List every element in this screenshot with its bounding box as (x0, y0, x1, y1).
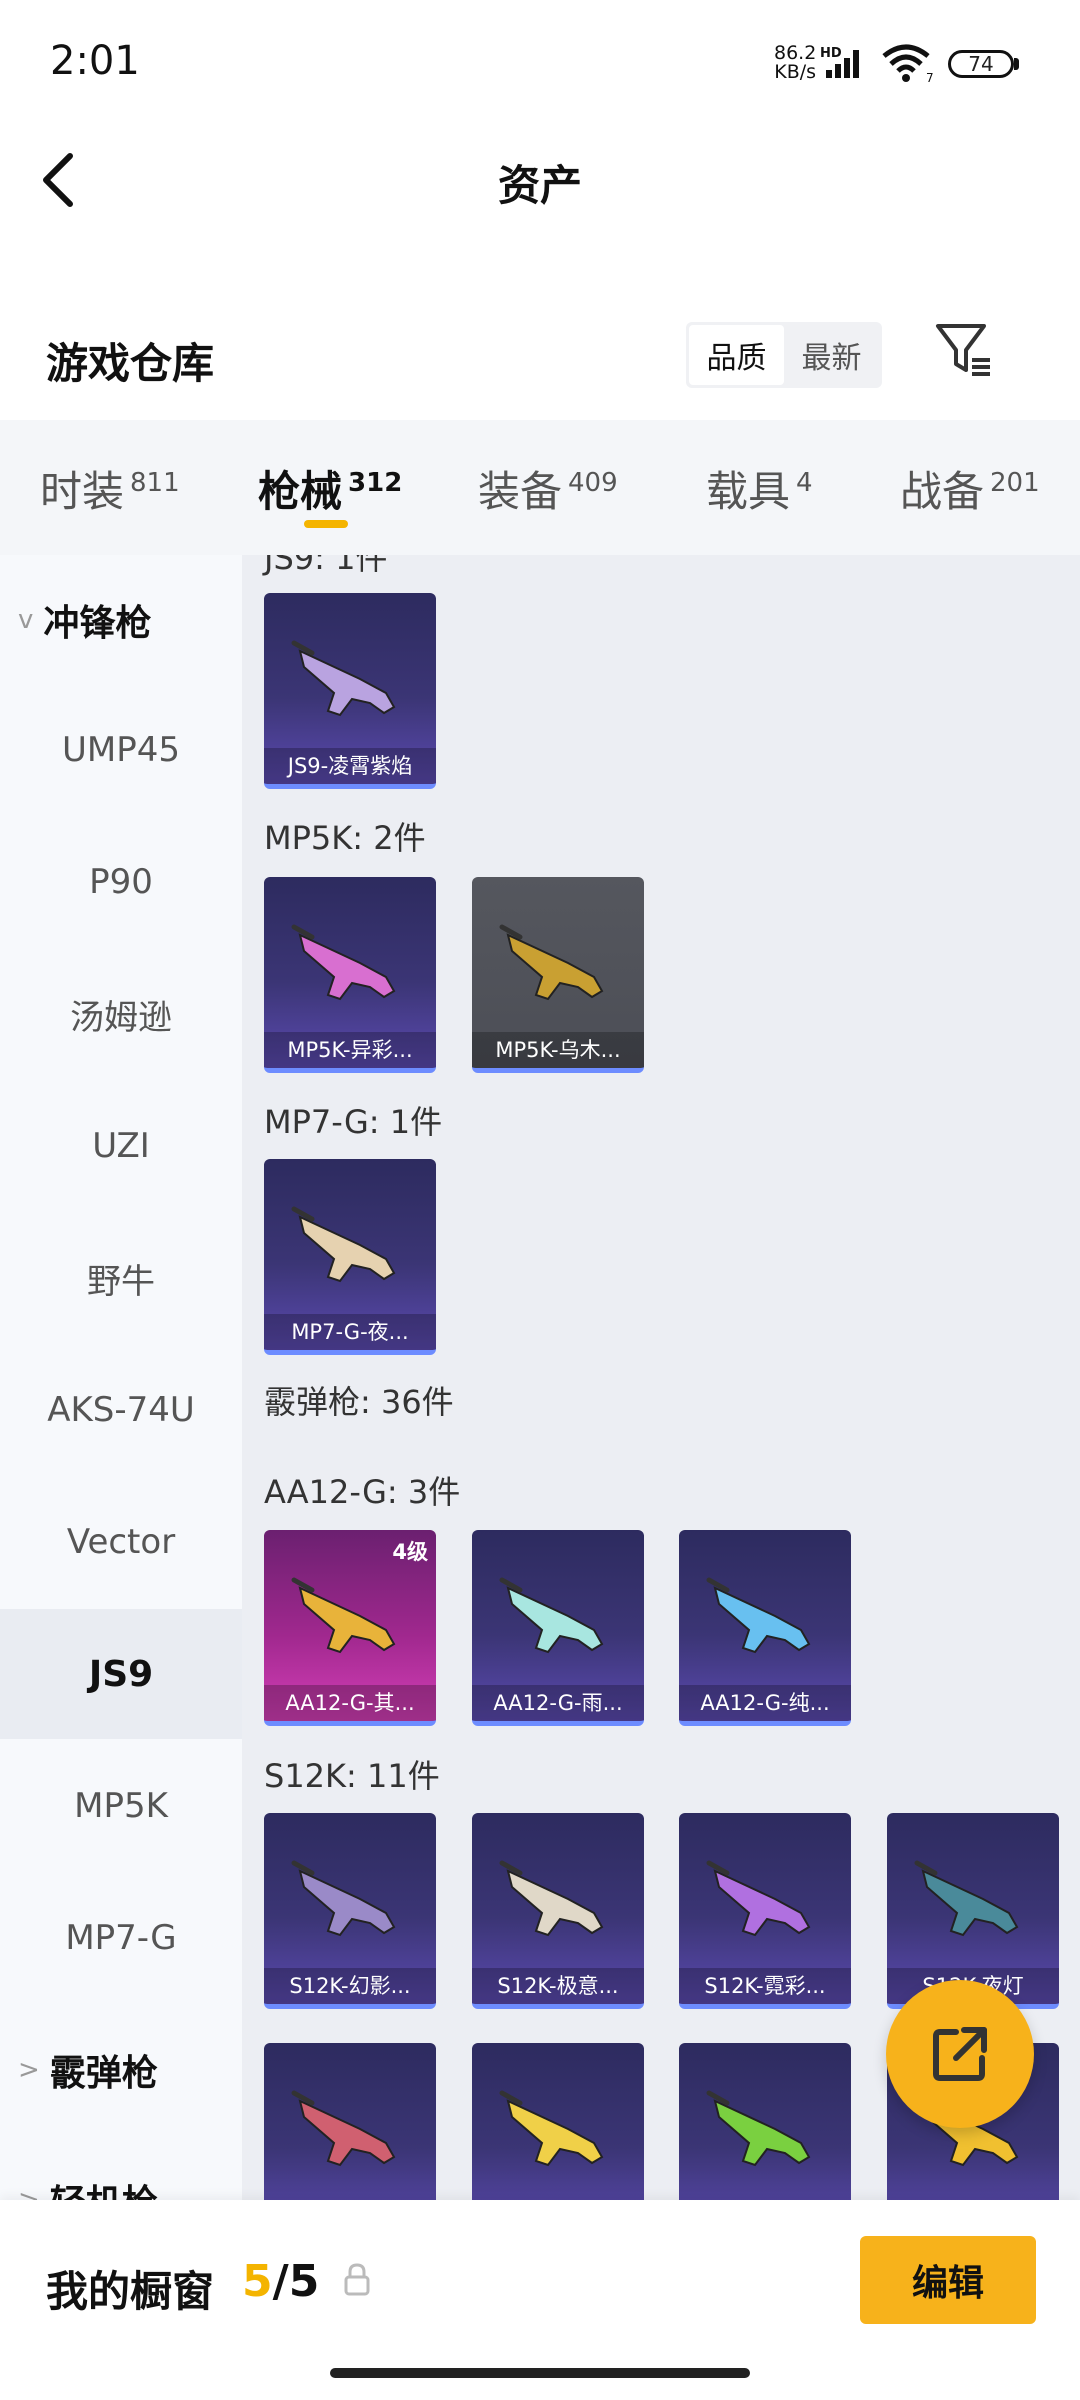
showcase-count: 5/5 (242, 2256, 320, 2307)
weapon-card[interactable]: AA12-G-纯... (679, 1530, 851, 1726)
card-name: MP7-G-夜... (264, 1314, 436, 1350)
weapon-card[interactable]: 4级 AA12-G-其... (264, 1530, 436, 1726)
group-label-js9: JS9: 1件 (264, 555, 388, 577)
gun-icon (499, 1577, 604, 1654)
page-title: 资产 (497, 161, 582, 210)
sidebar-group-smg[interactable]: v 冲锋枪 (0, 555, 242, 685)
weapon-card[interactable]: MP5K-乌木... (472, 877, 644, 1073)
weapon-card[interactable] (679, 2043, 851, 2200)
sidebar-item-bizon[interactable]: 野牛 (0, 1213, 242, 1343)
sidebar-item-thompson[interactable]: 汤姆逊 (0, 949, 242, 1079)
weapon-card[interactable]: S12K-极意... (472, 1813, 644, 2009)
card-name: AA12-G-雨... (472, 1685, 644, 1721)
showcase-label: 我的橱窗 (46, 2267, 215, 2316)
home-indicator (330, 2368, 750, 2378)
sidebar-group-lmg[interactable]: >轻机枪 (0, 2135, 242, 2200)
share-float-button[interactable] (886, 1980, 1034, 2128)
warehouse-title: 游戏仓库 (46, 339, 215, 388)
gun-icon (914, 1860, 1019, 1937)
sidebar-item-mp7g[interactable]: MP7-G (0, 1873, 242, 2003)
tab-indicator (304, 520, 348, 528)
battery-tip (1014, 58, 1019, 70)
tab-outfits[interactable]: 时装 811 (40, 458, 180, 519)
tab-equipment[interactable]: 装备 409 (478, 458, 618, 519)
gun-icon (291, 1577, 396, 1654)
wifi-label: 7 (926, 71, 934, 84)
sort-quality-button[interactable]: 品质 (689, 325, 784, 385)
card-name: MP5K-异彩... (264, 1032, 436, 1068)
gun-icon (706, 2090, 811, 2167)
group-label-aa12g: AA12-G: 3件 (264, 1473, 461, 1511)
wifi-icon: 7 (882, 44, 934, 84)
weapon-card[interactable] (472, 2043, 644, 2200)
card-name: S12K-幻影... (264, 1968, 436, 2004)
weapon-card[interactable]: AA12-G-雨... (472, 1530, 644, 1726)
gun-icon (499, 2090, 604, 2167)
card-name: S12K-霓彩... (679, 1968, 851, 2004)
group-label-mp5k: MP5K: 2件 (264, 819, 426, 857)
gun-icon (706, 1577, 811, 1654)
gun-icon (291, 2090, 396, 2167)
gun-icon (291, 924, 396, 1001)
sidebar-item-p90[interactable]: P90 (0, 817, 242, 947)
bottom-bar: 我的橱窗 5/5 编辑 (0, 2200, 1080, 2400)
card-name: MP5K-乌木... (472, 1032, 644, 1068)
weapon-card[interactable]: S12K-幻影... (264, 1813, 436, 2009)
signal-icon: HD (820, 46, 859, 78)
battery-icon: 74 (948, 50, 1014, 78)
card-name: JS9-凌霄紫焰 (264, 748, 436, 784)
weapon-grid: JS9: 1件 MP5K: 2件 MP7-G: 1件 霰弹枪: 36件 AA12… (242, 555, 1080, 2200)
sidebar-item-mp5k[interactable]: MP5K (0, 1741, 242, 1871)
card-name: AA12-G-其... (264, 1685, 436, 1721)
tab-vehicles[interactable]: 载具 4 (706, 458, 813, 519)
weapon-card[interactable]: MP5K-异彩... (264, 877, 436, 1073)
group-label-s12k: S12K: 11件 (264, 1757, 440, 1795)
weapon-card[interactable]: S12K-霓彩... (679, 1813, 851, 2009)
category-tabs: 时装 811 枪械 312 装备 409 载具 4 战备 201 (0, 420, 1080, 555)
status-time: 2:01 (50, 38, 140, 84)
weapon-sidebar: v 冲锋枪 UMP45 P90 汤姆逊 UZI 野牛 AKS-74U Vector… (0, 555, 242, 2200)
status-bar: 2:01 86.2 KB/s HD 7 74 (0, 0, 1080, 120)
card-name: S12K-极意... (472, 1968, 644, 2004)
weapon-card[interactable]: S12K-夜灯 (887, 1813, 1059, 2009)
gun-icon (291, 640, 396, 717)
weapon-card[interactable] (264, 2043, 436, 2200)
card-level-badge: 4级 (392, 1540, 428, 1564)
sort-toggle: 品质 最新 (686, 322, 882, 388)
share-icon (933, 2027, 987, 2081)
sidebar-item-vector[interactable]: Vector (0, 1477, 242, 1607)
sort-newest-button[interactable]: 最新 (784, 325, 879, 385)
weapon-card[interactable]: MP7-G-夜... (264, 1159, 436, 1355)
sidebar-item-js9[interactable]: JS9 (0, 1609, 242, 1739)
sidebar-item-ump45[interactable]: UMP45 (0, 685, 242, 815)
gun-icon (499, 1860, 604, 1937)
group-label-shotgun: 霰弹枪: 36件 (264, 1383, 454, 1421)
gun-icon (291, 1206, 396, 1283)
filter-icon[interactable] (934, 320, 994, 380)
sidebar-group-shotgun[interactable]: > 霰弹枪 (0, 2005, 242, 2135)
edit-button[interactable]: 编辑 (860, 2236, 1036, 2324)
tab-supplies[interactable]: 战备 201 (900, 458, 1040, 519)
gun-icon (291, 1860, 396, 1937)
tab-guns[interactable]: 枪械 312 (258, 458, 402, 519)
gun-icon (706, 1860, 811, 1937)
group-label-mp7g: MP7-G: 1件 (264, 1103, 443, 1141)
lock-icon (344, 2263, 370, 2296)
card-name: AA12-G-纯... (679, 1685, 851, 1721)
sidebar-item-uzi[interactable]: UZI (0, 1081, 242, 1211)
gun-icon (499, 924, 604, 1001)
sidebar-item-aks74u[interactable]: AKS-74U (0, 1345, 242, 1475)
network-speed: 86.2 KB/s (774, 42, 817, 83)
weapon-card[interactable]: JS9-凌霄紫焰 (264, 593, 436, 789)
hd-label: HD (820, 46, 842, 61)
